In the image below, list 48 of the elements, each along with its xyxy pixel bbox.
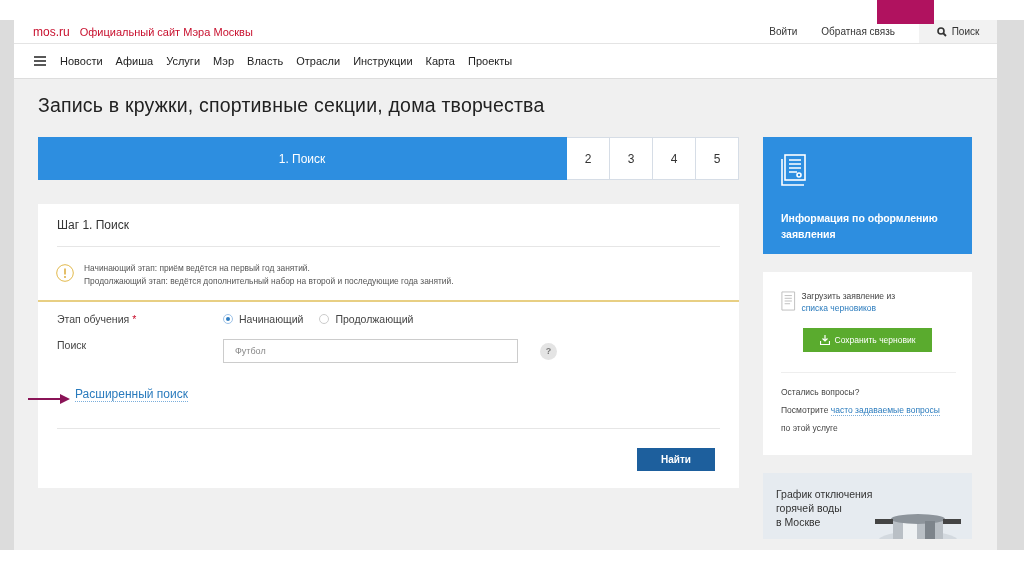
nav-link[interactable]: Услуги xyxy=(166,55,201,67)
overlay-rectangle xyxy=(877,0,934,24)
radio-option[interactable]: Продолжающий xyxy=(319,313,414,325)
nav-link[interactable]: Проекты xyxy=(468,55,513,67)
site-logo[interactable]: mos.ru xyxy=(33,24,70,39)
warning-icon xyxy=(56,264,74,282)
nav-link[interactable]: Отрасли xyxy=(296,55,341,67)
step-tab[interactable]: 4 xyxy=(653,137,696,180)
find-button[interactable]: Найти xyxy=(637,448,715,471)
drafts-text: Загрузить заявление из списка черновиков xyxy=(801,290,897,314)
promo-text: График отключения xyxy=(776,487,874,501)
nav-link[interactable]: Новости xyxy=(60,55,103,67)
search-icon xyxy=(936,26,947,37)
field-label: Поиск xyxy=(57,339,87,351)
nav-link[interactable]: Карта xyxy=(425,55,455,67)
required-mark: * xyxy=(132,313,137,325)
faq-link[interactable]: часто задаваемые вопросы xyxy=(830,405,940,416)
step-heading: Шаг 1. Поиск xyxy=(57,218,129,232)
drafts-link[interactable]: списка черновиков xyxy=(801,303,876,313)
document-icon xyxy=(781,290,796,312)
faq-text: Посмотрите часто задаваемые вопросы по этой услуге xyxy=(781,404,941,435)
nav-link[interactable]: Афиша xyxy=(115,55,154,67)
menu-icon[interactable] xyxy=(34,56,46,66)
promo-text: в Москве xyxy=(776,515,822,529)
download-icon xyxy=(819,335,830,345)
site-tagline: Официальный сайт Мэра Москвы xyxy=(79,25,253,38)
notice-text: Начинающий этап: приём ведётся на первый год занятий. xyxy=(84,262,311,275)
nav-link[interactable]: Власть xyxy=(247,55,284,67)
promo-banner[interactable]: График отключения горячей воды в Москве xyxy=(763,473,972,539)
header-link[interactable]: Обратная связь xyxy=(821,26,895,37)
nav-link[interactable]: Инструкции xyxy=(353,55,413,67)
promo-text: горячей воды xyxy=(776,501,843,515)
document-icon xyxy=(781,154,809,186)
help-icon[interactable]: ? xyxy=(540,342,557,360)
radio-option[interactable]: Начинающий xyxy=(223,313,304,325)
nav-link[interactable]: Мэр xyxy=(213,55,235,67)
search-button[interactable]: Поиск xyxy=(919,20,997,43)
field-label: Этап обучения xyxy=(57,313,130,325)
notice-text: Продолжающий этап: ведётся дополнительный набор на второй и последующие года занятий. xyxy=(84,275,454,288)
page-title: Запись в кружки, спортивные секции, дома творчества xyxy=(38,94,545,116)
step-tab[interactable]: 3 xyxy=(610,137,653,180)
header-link[interactable]: Войти xyxy=(769,26,798,37)
step-tab[interactable]: 2 xyxy=(567,137,610,180)
pointer-arrow xyxy=(28,392,72,406)
advanced-search-link[interactable]: Расширенный поиск xyxy=(75,387,188,402)
search-field[interactable]: Футбол xyxy=(223,339,518,363)
step-tab[interactable]: 5 xyxy=(696,137,739,180)
faq-title: Остались вопросы? xyxy=(781,386,861,399)
